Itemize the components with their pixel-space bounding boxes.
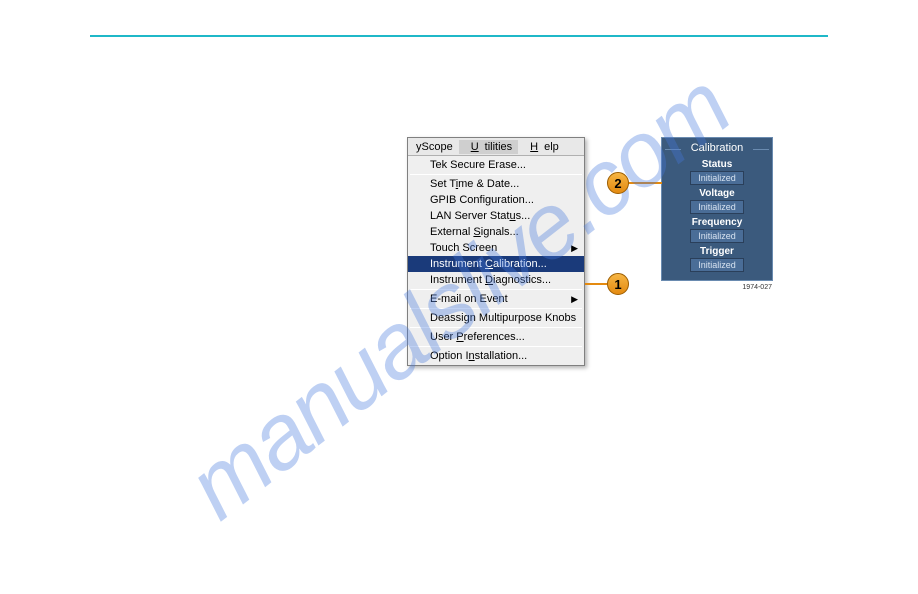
- menubar-utilities[interactable]: Utilities: [459, 140, 518, 154]
- callout-1: 1: [607, 273, 629, 295]
- callout-line-2: [628, 182, 662, 184]
- menu-deassign-knobs[interactable]: Deassign Multipurpose Knobs: [408, 310, 584, 326]
- trigger-label: Trigger: [667, 246, 767, 258]
- submenu-arrow-icon: ▶: [571, 243, 578, 254]
- menu-touch-screen[interactable]: Touch Screen ▶: [408, 240, 584, 256]
- menu-gpib[interactable]: GPIB Configuration...: [408, 192, 584, 208]
- callout-2: 2: [607, 172, 629, 194]
- dropdown-menu: Tek Secure Erase... Set Time & Date... G…: [408, 156, 584, 365]
- status-label: Status: [667, 159, 767, 171]
- callout-line-1: [585, 283, 607, 285]
- frequency-label: Frequency: [667, 217, 767, 229]
- trigger-value[interactable]: Initialized: [690, 258, 744, 272]
- menu-separator: [410, 174, 582, 175]
- menu-diagnostics[interactable]: Instrument Diagnostics...: [408, 272, 584, 288]
- menu-email-event[interactable]: E-mail on Event ▶: [408, 291, 584, 307]
- menu-set-time[interactable]: Set Time & Date...: [408, 176, 584, 192]
- utilities-menu-screenshot: yScope Utilities Help Tek Secure Erase..…: [407, 137, 585, 366]
- panel-figure-code: 1974-027: [742, 284, 772, 291]
- menu-tek-secure[interactable]: Tek Secure Erase...: [408, 157, 584, 173]
- menubar-scope: yScope: [410, 140, 459, 154]
- menu-separator: [410, 346, 582, 347]
- header-rule: [90, 35, 828, 37]
- menubar: yScope Utilities Help: [408, 138, 584, 156]
- menu-option-installation[interactable]: Option Installation...: [408, 348, 584, 364]
- voltage-value[interactable]: Initialized: [690, 200, 744, 214]
- calibration-panel: Calibration Status Initialized Voltage I…: [661, 137, 773, 281]
- voltage-label: Voltage: [667, 188, 767, 200]
- status-value[interactable]: Initialized: [690, 171, 744, 185]
- menu-external[interactable]: External Signals...: [408, 224, 584, 240]
- menu-separator: [410, 289, 582, 290]
- menu-lan[interactable]: LAN Server Status...: [408, 208, 584, 224]
- menubar-help[interactable]: Help: [518, 140, 565, 154]
- submenu-arrow-icon: ▶: [571, 294, 578, 305]
- menu-separator: [410, 308, 582, 309]
- menu-separator: [410, 327, 582, 328]
- frequency-value[interactable]: Initialized: [690, 229, 744, 243]
- panel-title: Calibration: [667, 142, 767, 156]
- menu-instrument-calibration[interactable]: Instrument Calibration...: [408, 256, 584, 272]
- menu-user-preferences[interactable]: User Preferences...: [408, 329, 584, 345]
